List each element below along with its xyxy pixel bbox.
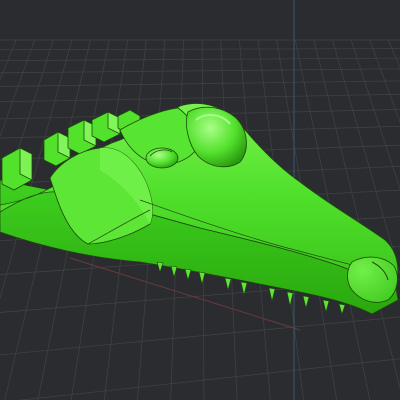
tooth xyxy=(302,295,310,310)
left-eye xyxy=(145,147,179,169)
tooth xyxy=(322,299,330,314)
grid-line xyxy=(0,48,400,51)
crocodile-head-model[interactable] xyxy=(0,103,399,315)
tooth xyxy=(286,291,294,307)
grid-line xyxy=(17,358,400,400)
viewport-canvas[interactable] xyxy=(0,0,400,400)
grid-line xyxy=(0,68,400,74)
grid-line xyxy=(369,39,400,124)
tooth xyxy=(156,261,164,273)
tooth xyxy=(184,268,192,282)
3d-viewport[interactable] xyxy=(0,0,400,400)
tooth xyxy=(268,287,276,302)
grid-line xyxy=(0,316,400,356)
grid-line xyxy=(0,93,400,103)
tooth xyxy=(224,277,232,292)
tooth xyxy=(170,265,178,279)
grid-line xyxy=(0,57,400,62)
tooth xyxy=(338,303,346,315)
tooth xyxy=(198,271,206,286)
tooth xyxy=(240,281,248,296)
